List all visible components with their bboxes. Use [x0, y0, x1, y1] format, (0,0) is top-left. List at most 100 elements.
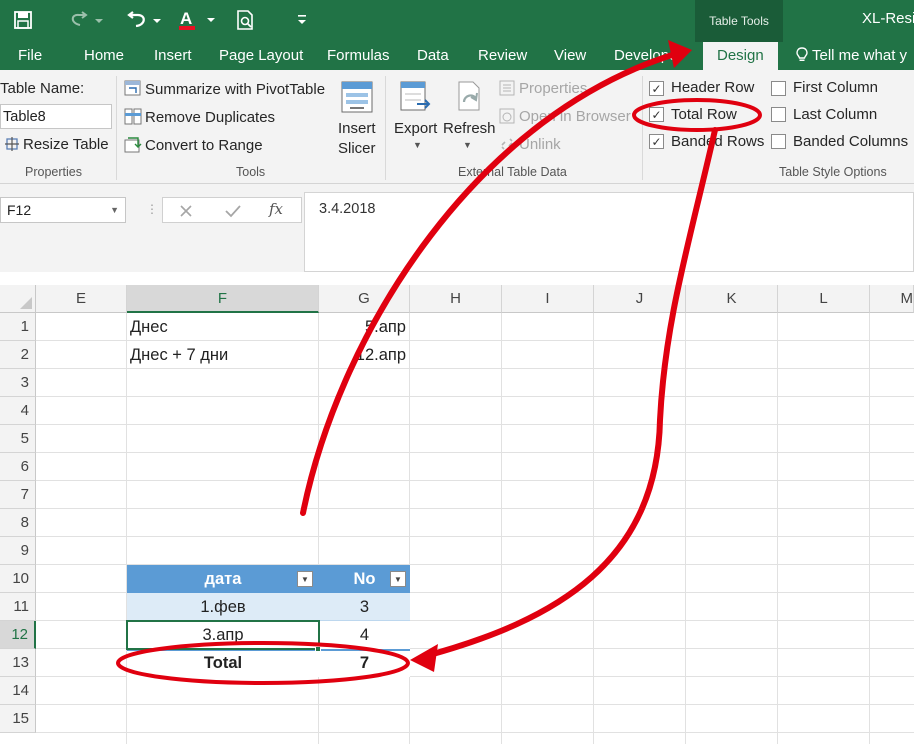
last-column-checkbox[interactable] [771, 107, 786, 122]
tab-developer[interactable]: Developer [614, 42, 682, 70]
tell-me-search[interactable]: Tell me what y [796, 42, 907, 70]
row-header-1[interactable]: 1 [0, 313, 36, 341]
column-header-f[interactable]: F [127, 285, 319, 313]
table-tools-header: Table Tools [695, 0, 783, 42]
properties-button[interactable]: Properties [499, 80, 587, 97]
column-header-l[interactable]: L [778, 285, 870, 313]
open-in-browser-button[interactable]: Open in Browser [499, 108, 631, 125]
row-header-6[interactable]: 6 [0, 453, 36, 481]
row-header-13[interactable]: 13 [0, 649, 36, 677]
remove-duplicates-button[interactable]: Remove Duplicates [124, 108, 275, 126]
column-header-j[interactable]: J [594, 285, 686, 313]
tab-insert[interactable]: Insert [154, 42, 192, 70]
cell-g1[interactable]: 5.апр [319, 313, 410, 341]
column-header-m[interactable]: M [870, 285, 914, 313]
first-column-label: First Column [793, 79, 879, 96]
open-in-browser-label: Open in Browser [519, 108, 631, 125]
column-header-g[interactable]: G [319, 285, 410, 313]
export-button[interactable]: Export ▼ [393, 80, 439, 160]
insert-function-icon[interactable]: fx [269, 200, 283, 218]
gridline [126, 313, 127, 744]
table-cell-date[interactable]: 1.фев [127, 593, 319, 621]
filter-dropdown-icon[interactable]: ▼ [390, 571, 406, 587]
first-column-checkbox[interactable] [771, 81, 786, 96]
column-header-e[interactable]: E [36, 285, 127, 313]
tab-data[interactable]: Data [417, 42, 449, 70]
column-header-k[interactable]: K [686, 285, 778, 313]
column-header-i[interactable]: I [502, 285, 594, 313]
group-divider [385, 76, 386, 180]
tab-design[interactable]: Design [703, 42, 778, 70]
external-group-label: External Table Data [458, 165, 567, 179]
table-total-value[interactable]: 7 [319, 649, 410, 677]
summarize-pivottable-button[interactable]: Summarize with PivotTable [124, 80, 325, 98]
gridline [36, 452, 914, 453]
row-header-3[interactable]: 3 [0, 369, 36, 397]
cancel-icon[interactable] [179, 204, 193, 218]
refresh-button[interactable]: Refresh ▼ [443, 80, 496, 160]
tab-home[interactable]: Home [84, 42, 124, 70]
banded-rows-checkbox[interactable]: ✓ [649, 134, 664, 149]
tab-review[interactable]: Review [478, 42, 527, 70]
undo-icon[interactable] [120, 6, 164, 34]
table-name-field[interactable] [0, 104, 112, 129]
gridline [36, 536, 914, 537]
row-header-8[interactable]: 8 [0, 509, 36, 537]
gridline [36, 704, 914, 705]
column-header-h[interactable]: H [410, 285, 502, 313]
save-icon[interactable] [8, 6, 38, 34]
row-header-11[interactable]: 11 [0, 593, 36, 621]
window-title: XL-Resiz [862, 10, 914, 27]
tab-file[interactable]: File [18, 42, 42, 70]
font-color-icon[interactable]: A [176, 6, 218, 34]
formula-input[interactable]: 3.4.2018 [304, 192, 914, 272]
cell-f1[interactable]: Днес [130, 313, 316, 341]
lightbulb-icon [796, 47, 808, 61]
table-cell-no[interactable]: 3 [319, 593, 410, 621]
table-header-data[interactable]: дата [127, 565, 319, 593]
row-header-10[interactable]: 10 [0, 565, 36, 593]
row-header-14[interactable]: 14 [0, 677, 36, 705]
summarize-label: Summarize with PivotTable [145, 81, 326, 98]
formula-buttons: fx [162, 197, 302, 223]
resize-table-button[interactable]: Resize Table [4, 136, 109, 153]
properties-icon [499, 80, 515, 96]
tab-formulas[interactable]: Formulas [327, 42, 390, 70]
fill-handle[interactable] [315, 646, 321, 652]
select-all-button[interactable] [0, 285, 36, 313]
row-header-9[interactable]: 9 [0, 537, 36, 565]
table-cell-no[interactable]: 4 [319, 621, 410, 649]
remove-duplicates-icon [124, 108, 142, 125]
cell-g2[interactable]: 12.апр [319, 341, 410, 369]
cell-f2[interactable]: Днес + 7 дни [130, 341, 316, 369]
tab-view[interactable]: View [554, 42, 586, 70]
row-header-4[interactable]: 4 [0, 397, 36, 425]
active-cell-selection[interactable] [126, 620, 320, 650]
convert-to-range-button[interactable]: Convert to Range [124, 136, 263, 154]
row-header-5[interactable]: 5 [0, 425, 36, 453]
header-row-checkbox[interactable]: ✓ [649, 81, 664, 96]
row-header-2[interactable]: 2 [0, 341, 36, 369]
filter-dropdown-icon[interactable]: ▼ [297, 571, 313, 587]
browser-icon [499, 108, 515, 124]
name-box-dropdown-icon[interactable]: ▼ [110, 198, 119, 222]
print-preview-icon[interactable] [232, 6, 260, 34]
customize-qat-icon[interactable] [290, 6, 314, 34]
name-box[interactable]: F12 ▼ [0, 197, 126, 223]
redo-icon[interactable] [64, 6, 106, 34]
unlink-button[interactable]: Unlink [499, 136, 561, 153]
enter-icon[interactable] [225, 204, 241, 218]
banded-columns-checkbox[interactable] [771, 134, 786, 149]
table-total-label[interactable]: Total [127, 649, 319, 677]
total-row-checkbox[interactable]: ✓ [649, 107, 664, 122]
table-header-row: дата ▼ No ▼ [127, 565, 410, 593]
row-header-15[interactable]: 15 [0, 705, 36, 733]
insert-slicer-button[interactable]: Insert Slicer [338, 80, 378, 160]
total-row-label: Total Row [671, 106, 737, 123]
row-header-7[interactable]: 7 [0, 481, 36, 509]
table-name-label: Table Name: [0, 80, 85, 97]
title-bar: A Table Tools XL-Resiz [0, 0, 914, 42]
header-row-label: Header Row [671, 79, 755, 96]
tab-page-layout[interactable]: Page Layout [219, 42, 303, 70]
row-header-12[interactable]: 12 [0, 621, 36, 649]
